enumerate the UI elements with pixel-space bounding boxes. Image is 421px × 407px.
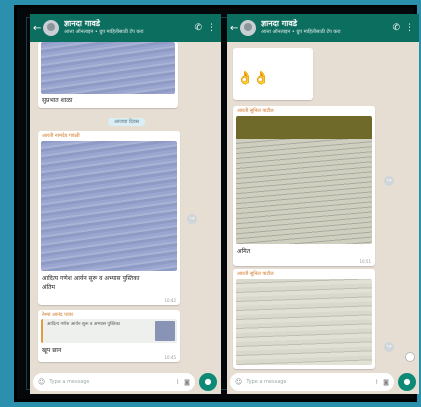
image-message[interactable]: आरती सुनिल पाटील xyxy=(233,269,375,369)
attach-icon[interactable]: ⌇ xyxy=(375,379,378,386)
message-time: 10:45 xyxy=(164,355,176,360)
message-input-bar[interactable]: ☺ Type a message ⌇ ◙ xyxy=(230,373,394,391)
emoji-content: 👌👌 xyxy=(237,71,270,86)
menu-icon[interactable]: ⋮ xyxy=(405,23,414,33)
back-arrow-icon[interactable]: ← xyxy=(230,23,238,34)
message-caption: आदित्य गणेश आर्यन सुरू व अभ्यास पुस्तिका xyxy=(42,275,140,282)
call-icon[interactable]: ✆ xyxy=(194,23,202,33)
image-message[interactable]: आरती सुनिल पाटील अमित 10:51 xyxy=(233,106,375,266)
attach-icon[interactable]: ⌇ xyxy=(176,379,179,386)
emoji-icon[interactable]: ☺ xyxy=(235,378,242,386)
message-time: 10:42 xyxy=(164,298,176,303)
camera-icon[interactable]: ◙ xyxy=(383,379,389,386)
message-image[interactable] xyxy=(236,116,372,245)
message-input[interactable]: Type a message xyxy=(246,379,375,385)
message-caption: अमित xyxy=(237,248,251,255)
right-chat-header[interactable]: ← ज्ञानदा गावडे आत्ता ऑनलाइन • ग्रुप माह… xyxy=(227,14,419,42)
mic-button[interactable]: ● xyxy=(199,373,217,391)
quoted-text: आदित्य गणेश आर्यन सुरू व अभ्यास पुस्तिका xyxy=(47,322,121,327)
forward-icon[interactable]: ↪ xyxy=(187,214,197,224)
message-input[interactable]: Type a message xyxy=(49,379,176,385)
chat-title-block[interactable]: ज्ञानदा गावडे आत्ता ऑनलाइन • ग्रुप माहित… xyxy=(64,19,194,37)
camera-icon[interactable]: ◙ xyxy=(184,379,190,386)
chat-subtitle: आत्ता ऑनलाइन • ग्रुप माहितीसाठी टॅप करा xyxy=(64,29,144,35)
emoji-icon[interactable]: ☺ xyxy=(38,378,45,386)
sender-name: आरती नामदेव गवळी xyxy=(42,133,80,139)
message-text: खूप छान xyxy=(42,347,62,354)
left-chat-header[interactable]: ← ज्ञानदा गावडे आत्ता ऑनलाइन • ग्रुप माह… xyxy=(30,14,221,42)
message-image[interactable] xyxy=(236,279,372,365)
message-caption-2: अंतिम xyxy=(42,284,56,291)
avatar[interactable] xyxy=(43,20,59,36)
forward-icon[interactable]: ↪ xyxy=(384,342,394,352)
mic-button[interactable]: ● xyxy=(398,373,416,391)
message-image[interactable] xyxy=(41,141,177,271)
chat-title-block[interactable]: ज्ञानदा गावडे आत्ता ऑनलाइन • ग्रुप माहित… xyxy=(261,19,392,37)
menu-icon[interactable]: ⋮ xyxy=(207,23,216,33)
quoted-message[interactable]: आदित्य गणेश आर्यन सुरू व अभ्यास पुस्तिका xyxy=(41,319,177,343)
image-message[interactable]: सुप्रभात शाळा xyxy=(38,42,178,108)
right-chat-window: ← ज्ञानदा गावडे आत्ता ऑनलाइन • ग्रुप माह… xyxy=(227,14,419,394)
sender-name: रेश्मा आनंद पवार xyxy=(42,312,74,318)
message-time: 10:51 xyxy=(359,259,371,264)
message-image[interactable] xyxy=(41,42,175,94)
reply-message[interactable]: रेश्मा आनंद पवार आदित्य गणेश आर्यन सुरू … xyxy=(38,310,180,362)
quoted-thumbnail xyxy=(155,321,175,341)
chat-subtitle: आत्ता ऑनलाइन • ग्रुप माहितीसाठी टॅप करा xyxy=(261,29,341,35)
avatar[interactable] xyxy=(240,20,256,36)
back-arrow-icon[interactable]: ← xyxy=(33,23,41,34)
image-message[interactable]: आरती नामदेव गवळी आदित्य गणेश आर्यन सुरू … xyxy=(38,131,180,305)
forward-icon[interactable]: ↪ xyxy=(384,176,394,186)
sender-name: आरती सुनिल पाटील xyxy=(237,271,274,277)
call-icon[interactable]: ✆ xyxy=(392,23,400,33)
emoji-message[interactable]: 👌👌 xyxy=(233,48,313,100)
message-input-bar[interactable]: ☺ Type a message ⌇ ◙ xyxy=(33,373,195,391)
message-caption: सुप्रभात शाळा xyxy=(42,97,73,104)
chat-name: ज्ञानदा गावडे xyxy=(261,19,298,28)
sender-name: आरती सुनिल पाटील xyxy=(237,108,274,114)
chat-name: ज्ञानदा गावडे xyxy=(64,19,101,28)
scroll-down-button[interactable] xyxy=(405,352,415,362)
date-chip: आजचा दिवस xyxy=(108,118,145,126)
left-chat-window: ← ज्ञानदा गावडे आत्ता ऑनलाइन • ग्रुप माह… xyxy=(30,14,221,394)
